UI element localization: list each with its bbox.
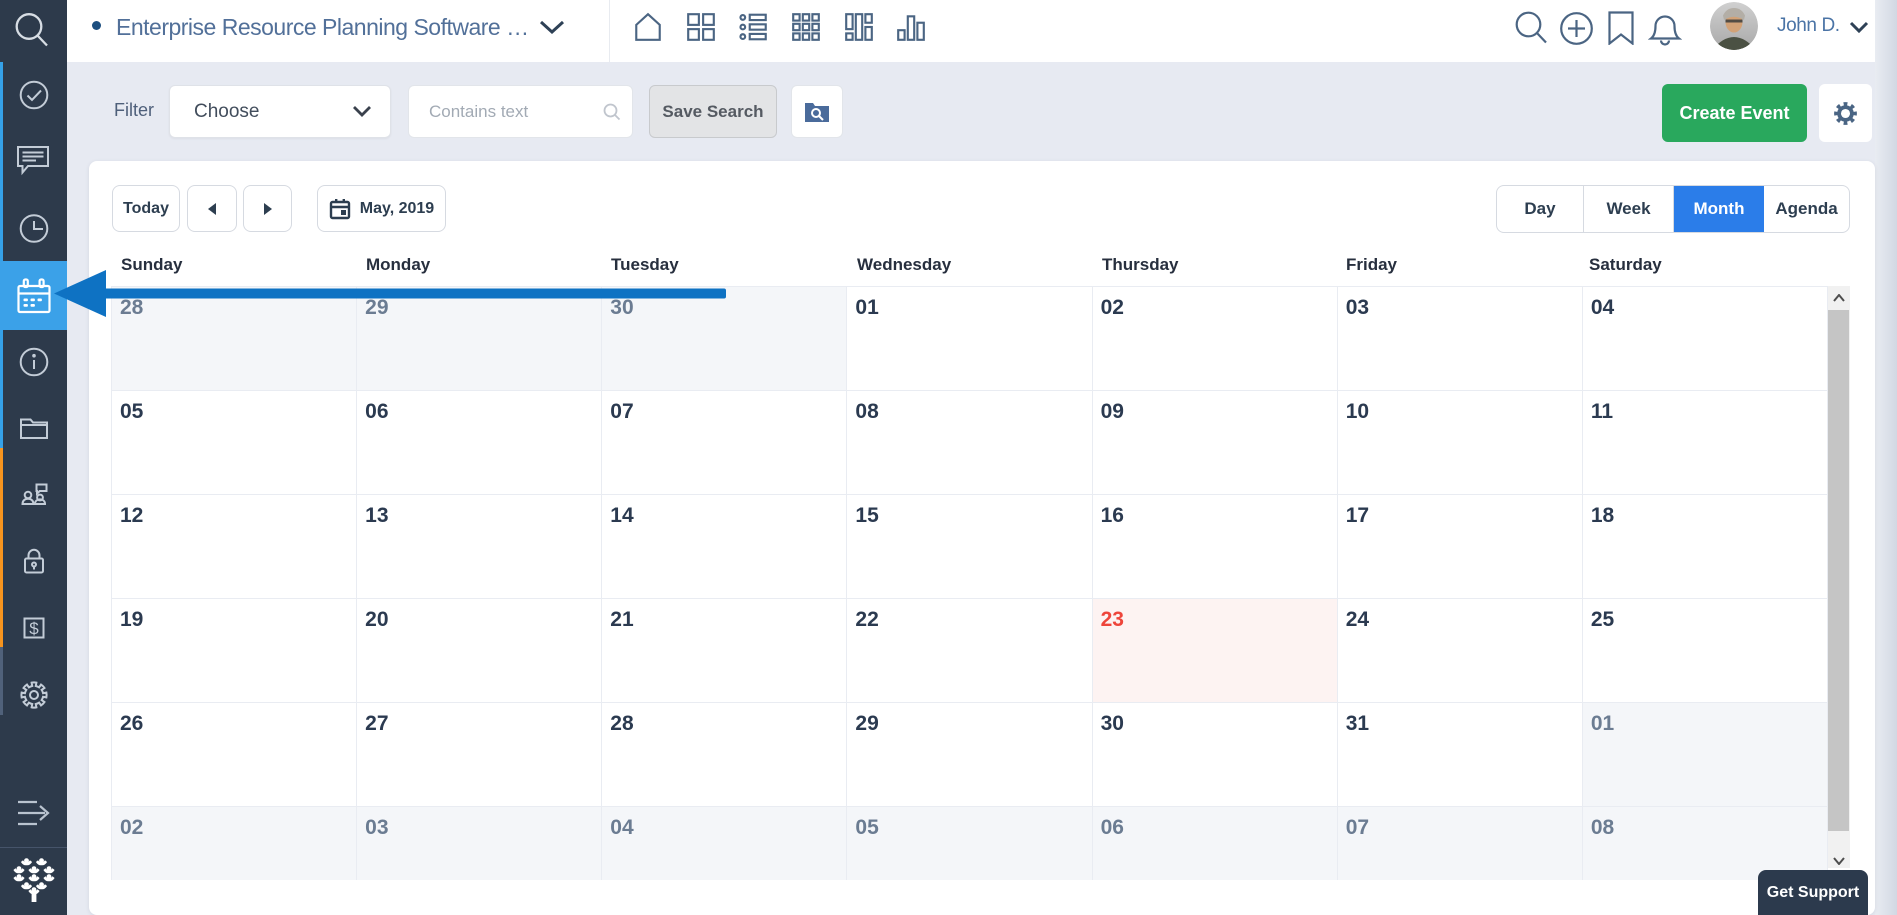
svg-text:$: $	[29, 619, 39, 638]
